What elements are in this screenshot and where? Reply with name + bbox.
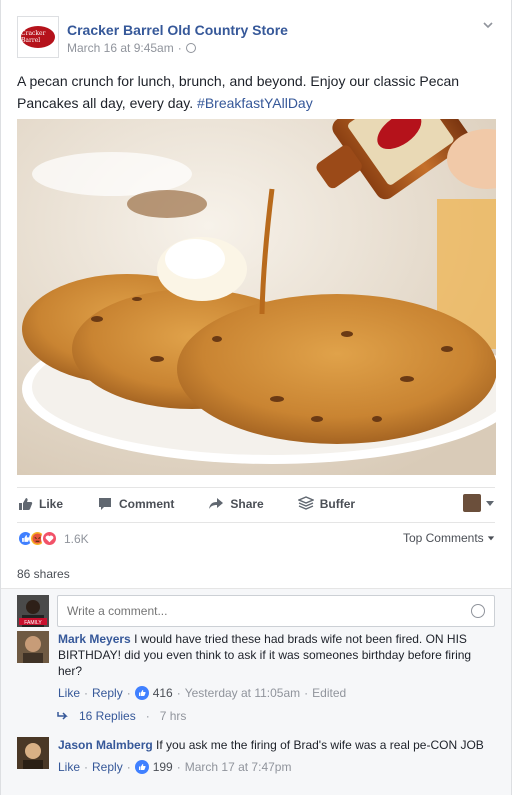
comment-like-link[interactable]: Like <box>58 685 80 701</box>
share-arrow-icon <box>209 497 224 509</box>
comment-reply-link[interactable]: Reply <box>92 685 123 701</box>
like-reaction-icon <box>134 760 149 774</box>
top-comments-label: Top Comments <box>402 531 484 545</box>
thumbs-up-icon <box>19 497 33 510</box>
comment-body: Mark Meyers I would have tried these had… <box>58 631 495 701</box>
post-header: Cracker Barrel Cracker Barrel Old Countr… <box>17 16 495 60</box>
comment-body: Jason Malmberg If you ask me the firing … <box>58 737 495 775</box>
comment-button[interactable]: Comment <box>97 496 174 512</box>
like-label: Like <box>39 496 64 511</box>
comment-edited: Edited <box>312 686 347 700</box>
cracker-barrel-logo: Cracker Barrel <box>21 26 55 48</box>
commenter-name[interactable]: Mark Meyers <box>58 632 131 646</box>
commenter-avatar[interactable] <box>17 737 49 769</box>
replies-label: 16 Replies <box>79 709 136 723</box>
view-replies[interactable]: 16 Replies · 7 hrs <box>57 709 186 723</box>
comment-time[interactable]: Yesterday at 11:05am <box>185 685 300 701</box>
post-actions: Like Comment Share Buffer <box>17 487 495 519</box>
buffer-icon <box>297 495 314 510</box>
page-avatar[interactable]: Cracker Barrel <box>17 16 59 58</box>
share-as-selector[interactable] <box>463 494 495 512</box>
meta-separator: · <box>145 709 150 723</box>
top-comments-dropdown[interactable]: Top Comments <box>403 531 495 545</box>
comment-meta: Like · Reply · 199 · March 17 at 7:47pm <box>58 759 495 775</box>
love-reaction-icon[interactable] <box>41 530 58 547</box>
like-button[interactable]: Like <box>17 496 63 512</box>
post-meta: March 16 at 9:45am · <box>67 41 196 55</box>
commenter-name[interactable]: Jason Malmberg <box>58 738 153 752</box>
avatar-badge-text: FAMILY <box>24 620 42 626</box>
meta-separator: · <box>177 41 182 55</box>
meta-separator: · <box>84 686 89 700</box>
comment-reply-link[interactable]: Reply <box>92 759 123 775</box>
post-text: A pecan crunch for lunch, brunch, and be… <box>17 70 497 114</box>
logo-text: Cracker Barrel <box>21 30 46 44</box>
meta-separator: · <box>126 686 131 700</box>
buffer-button[interactable]: Buffer <box>297 495 356 512</box>
comment-like-link[interactable]: Like <box>58 759 80 775</box>
emoji-icon[interactable] <box>471 604 485 618</box>
reply-arrow-icon <box>57 712 68 720</box>
chevron-down-icon[interactable] <box>481 18 495 32</box>
my-avatar: FAMILY <box>17 595 49 627</box>
share-label: Share <box>230 496 264 511</box>
meta-separator: · <box>176 760 181 774</box>
hashtag-link[interactable]: #BreakfastYAllDay <box>197 95 313 111</box>
meta-separator: · <box>126 760 131 774</box>
post-photo[interactable] <box>17 119 496 475</box>
meta-separator: · <box>84 760 89 774</box>
post-timestamp[interactable]: March 16 at 9:45am <box>67 41 174 55</box>
meta-separator: · <box>304 686 309 700</box>
comment-time[interactable]: March 17 at 7:47pm <box>185 759 292 775</box>
comment-composer: FAMILY <box>17 595 495 627</box>
comment-text: If you ask me the firing of Brad's wife … <box>156 738 484 752</box>
caret-down-icon <box>487 536 495 541</box>
comment-meta: Like · Reply · 416 · Yesterday at 11:05a… <box>58 685 495 701</box>
comment-icon <box>99 497 112 510</box>
replies-time: 7 hrs <box>159 709 187 723</box>
page-name[interactable]: Cracker Barrel Old Country Store <box>67 22 288 38</box>
comment-input[interactable] <box>57 595 495 627</box>
page-thumbnail <box>463 494 481 512</box>
shares-count[interactable]: 86 shares <box>17 567 70 581</box>
pancakes-image <box>17 119 496 475</box>
comment-like-count[interactable]: 416 <box>153 685 173 701</box>
post-card: Cracker Barrel Cracker Barrel Old Countr… <box>0 0 512 795</box>
comment-like-count[interactable]: 199 <box>153 759 173 775</box>
reactions-summary: 1.6K Top Comments <box>17 522 495 554</box>
reaction-count[interactable]: 1.6K <box>64 532 89 546</box>
comment-label: Comment <box>119 496 175 511</box>
caret-down-icon <box>486 501 494 506</box>
like-reaction-icon <box>134 686 149 700</box>
globe-icon <box>185 43 196 53</box>
buffer-label: Buffer <box>319 496 356 511</box>
commenter-avatar[interactable] <box>17 631 49 663</box>
share-button[interactable]: Share <box>208 496 264 512</box>
meta-separator: · <box>176 686 181 700</box>
